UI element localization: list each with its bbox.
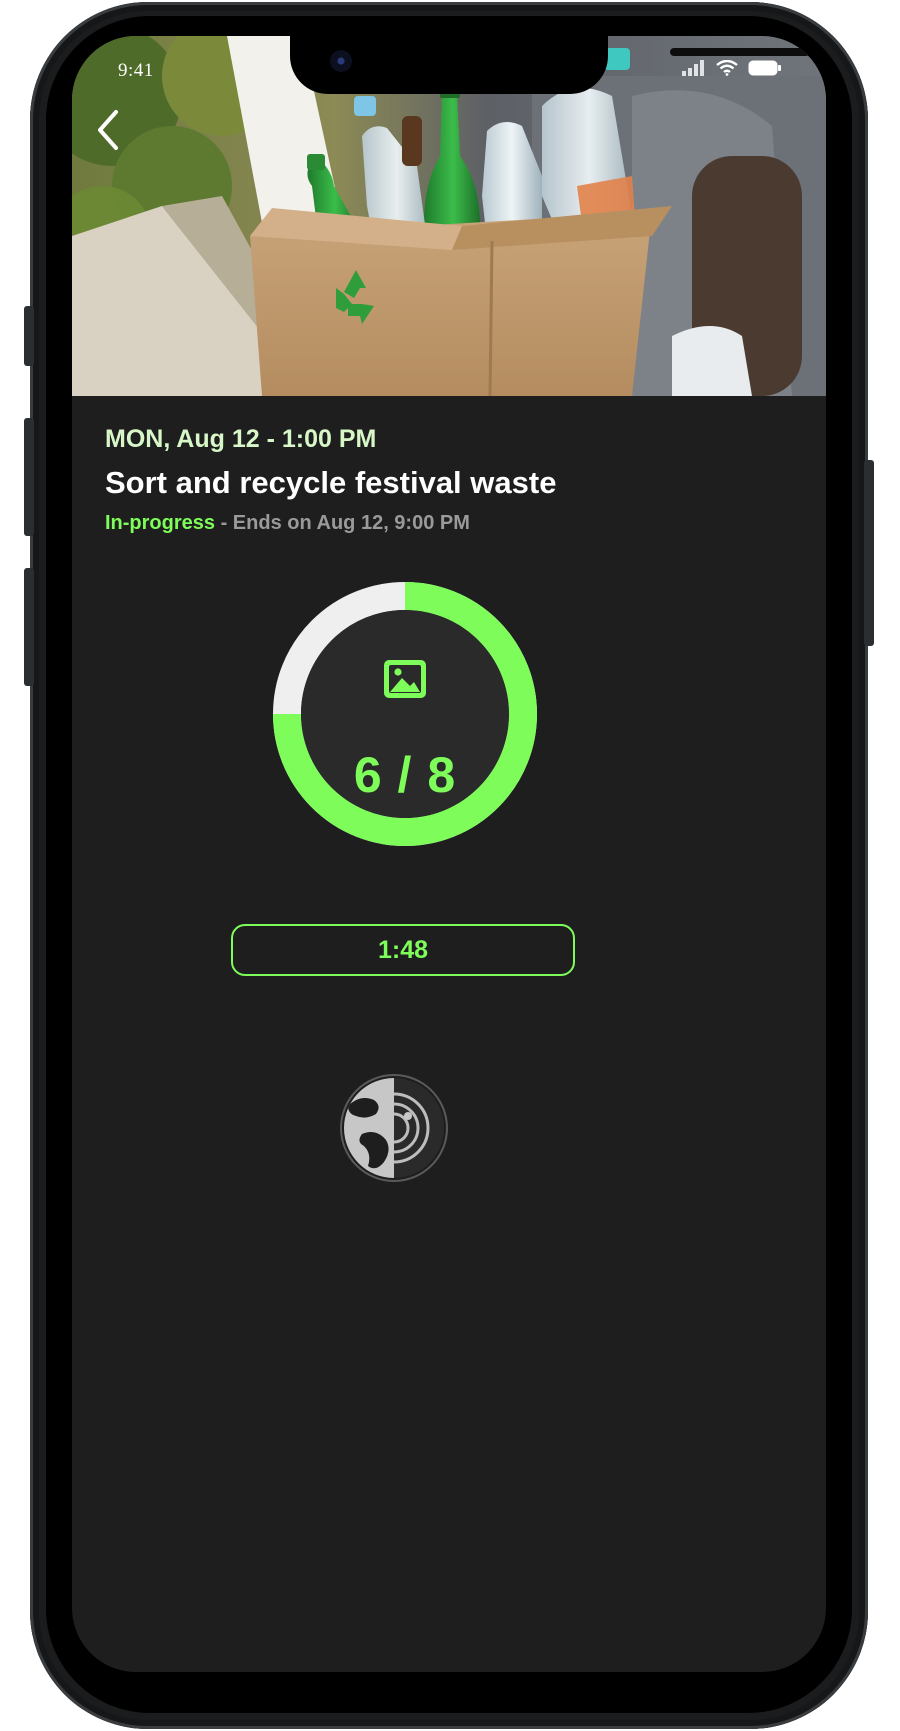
status-icons (682, 59, 782, 81)
event-status: In-progress - Ends on Aug 12, 9:00 PM (105, 512, 470, 535)
chevron-left-icon (98, 110, 118, 150)
status-end-time: - Ends on Aug 12, 9:00 PM (220, 512, 470, 534)
timer-value: 1:48 (377, 935, 429, 964)
progress-count: 6 / 8 (353, 747, 457, 803)
image-icon (382, 656, 428, 702)
volume-up-button (24, 418, 34, 536)
theme-toggle-icon (344, 1078, 444, 1178)
earpiece-speaker (670, 48, 810, 56)
battery-icon (748, 60, 782, 81)
status-time: 9:41 (118, 60, 154, 81)
status-badge: In-progress (105, 512, 216, 534)
wifi-icon (716, 59, 738, 81)
front-camera (330, 50, 352, 72)
event-title: Sort and recycle festival waste (105, 465, 557, 500)
signal-icon (682, 60, 706, 81)
photo-progress-ring: 6 / 8 (267, 576, 543, 852)
volume-down-button (24, 568, 34, 686)
event-date: MON, Aug 12 - 1:00 PM (105, 425, 377, 453)
countdown-timer: 1:48 (231, 924, 575, 976)
power-button (864, 460, 874, 646)
theme-toggle-button[interactable] (342, 1076, 446, 1180)
app-screen: 9:41 MON, Aug 12 - 1:00 PM Sort and recy… (72, 36, 826, 1672)
back-button[interactable] (86, 98, 136, 158)
event-hero-image: 9:41 (72, 36, 826, 396)
silent-switch (24, 306, 34, 366)
